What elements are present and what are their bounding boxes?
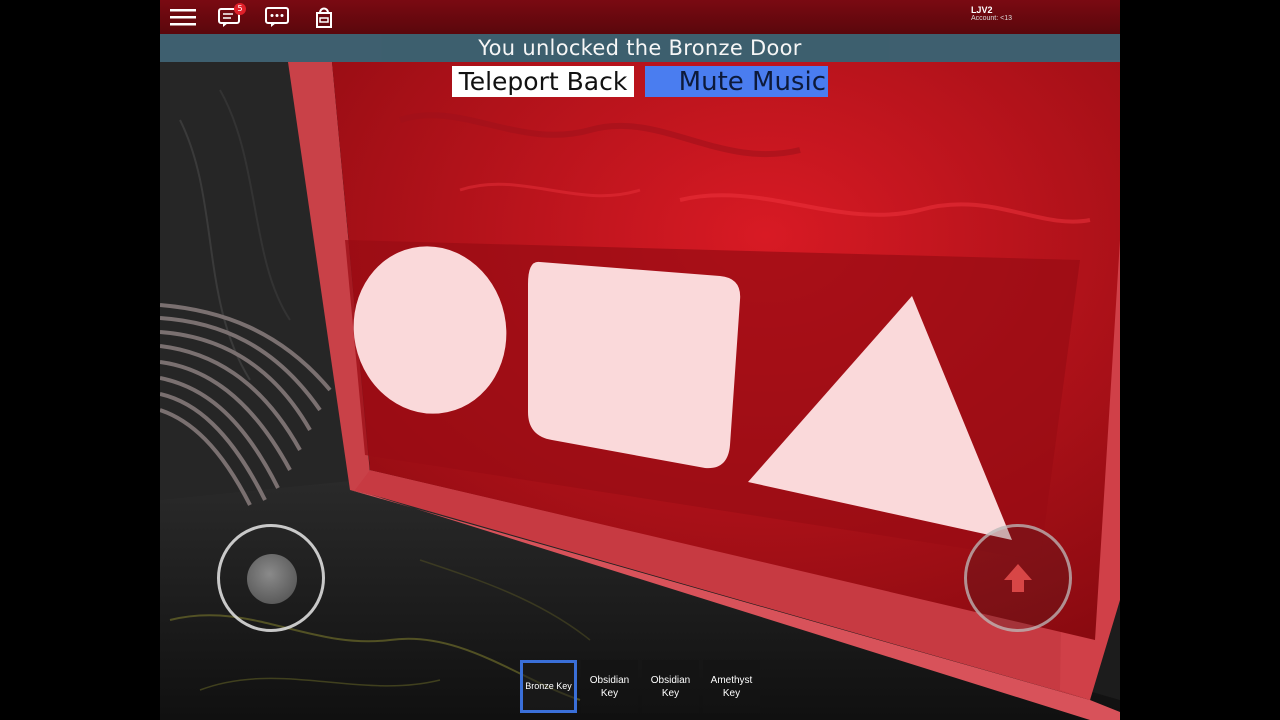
account-name: LJV2	[970, 5, 993, 15]
thumbstick-knob[interactable]	[247, 554, 297, 604]
hotbar-slot-label: Obsidian Key	[589, 674, 630, 699]
chat-icon[interactable]	[264, 4, 290, 30]
hotbar-slot-label: Obsidian Key	[650, 674, 691, 699]
account-age: Account: <13	[970, 15, 1012, 22]
movement-thumbstick[interactable]	[217, 524, 325, 632]
top-bar: 5 LJV2 Account: <13	[160, 0, 1120, 34]
square-shape	[528, 261, 741, 469]
hotbar-slot-bronze-key[interactable]: Bronze Key	[520, 660, 577, 713]
chat-notification-icon[interactable]: 5	[217, 3, 246, 30]
mute-music-button[interactable]: Mute Music	[645, 66, 828, 97]
notification-badge: 5	[234, 3, 246, 15]
hotbar-slot-obsidian-key[interactable]: Obsidian Key	[581, 660, 638, 713]
game-viewport[interactable]: 5 LJV2 Account: <13 You unlocked the Bro…	[160, 0, 1120, 720]
hotbar-slot-obsidian-key-2[interactable]: Obsidian Key	[642, 660, 699, 713]
account-info: LJV2 Account: <13	[971, 5, 1012, 22]
jump-arrow-icon	[1004, 564, 1032, 592]
unlock-banner: You unlocked the Bronze Door	[160, 34, 1120, 62]
teleport-back-button[interactable]: Teleport Back	[452, 66, 634, 97]
hotbar: Bronze Key Obsidian Key Obsidian Key Ame…	[520, 660, 760, 713]
backpack-icon[interactable]	[311, 4, 337, 30]
hotbar-slot-amethyst-key[interactable]: Amethyst Key	[703, 660, 760, 713]
jump-button[interactable]	[964, 524, 1072, 632]
menu-icon[interactable]	[170, 4, 196, 30]
hotbar-slot-label: Bronze Key	[525, 681, 572, 691]
hotbar-slot-label: Amethyst Key	[710, 674, 753, 699]
unlock-message: You unlocked the Bronze Door	[478, 36, 802, 60]
